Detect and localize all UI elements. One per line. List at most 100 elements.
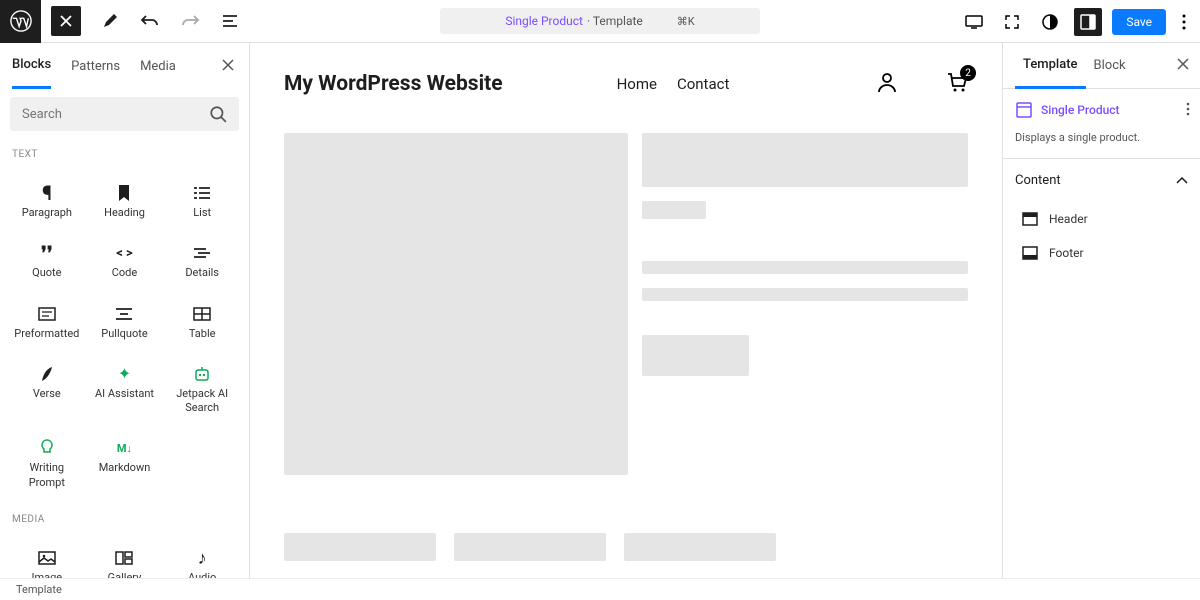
search-input[interactable] (22, 107, 209, 122)
content-item-footer[interactable]: Footer (1003, 236, 1200, 270)
block-markdown[interactable]: M↓Markdown (86, 425, 164, 500)
block-paragraph[interactable]: ¶Paragraph (8, 170, 86, 230)
wordpress-logo[interactable] (0, 0, 41, 43)
template-actions-button[interactable] (1186, 101, 1190, 120)
product-title-placeholder (642, 133, 968, 187)
cart-count-badge: 2 (960, 65, 976, 81)
save-button[interactable]: Save (1112, 9, 1166, 35)
user-icon (876, 71, 898, 93)
tab-block[interactable]: Block (1086, 44, 1134, 87)
block-table[interactable]: Table (163, 291, 241, 351)
audio-icon: ♪ (198, 545, 207, 571)
editor-canvas[interactable]: My WordPress Website Home Contact 2 (250, 43, 1002, 600)
nav-link-home[interactable]: Home (617, 75, 657, 93)
product-price-placeholder (642, 201, 706, 219)
product-desc-placeholder (642, 288, 968, 301)
pullquote-icon (115, 301, 133, 327)
block-writing-prompt[interactable]: Writing Prompt (8, 425, 86, 500)
content-section-toggle[interactable]: Content (1003, 159, 1200, 202)
search-blocks[interactable] (10, 97, 239, 131)
block-label: Details (185, 266, 219, 280)
product-desc-placeholder (642, 261, 968, 274)
close-button[interactable] (51, 6, 81, 36)
undo-button[interactable] (139, 10, 161, 32)
tab-blocks[interactable]: Blocks (12, 43, 51, 89)
close-icon (1176, 57, 1190, 71)
block-label: Jetpack AI Search (167, 387, 237, 416)
site-title[interactable]: My WordPress Website (284, 72, 503, 96)
expand-icon (1004, 14, 1020, 30)
tab-template[interactable]: Template (1015, 43, 1086, 89)
dots-vertical-icon (1182, 14, 1186, 30)
block-code[interactable]: < >Code (86, 230, 164, 290)
close-icon (59, 14, 73, 28)
block-heading[interactable]: Heading (86, 170, 164, 230)
template-name: Single Product (505, 14, 583, 28)
toolbar-tools (99, 10, 241, 32)
content-item-header[interactable]: Header (1003, 202, 1200, 236)
edit-tool-button[interactable] (99, 10, 121, 32)
chevron-up-icon (1176, 177, 1188, 185)
code-icon: < > (116, 240, 133, 266)
view-desktop-button[interactable] (960, 8, 988, 36)
desktop-icon (965, 15, 983, 29)
block-label: Quote (32, 266, 61, 280)
tab-media[interactable]: Media (140, 45, 176, 88)
verse-icon (40, 361, 54, 387)
nav-link-contact[interactable]: Contact (677, 75, 729, 93)
breadcrumb[interactable]: Template (16, 583, 62, 596)
paragraph-icon: ¶ (42, 180, 52, 206)
template-name-label: Single Product (1041, 103, 1120, 117)
close-settings-button[interactable] (1176, 56, 1190, 75)
account-button[interactable] (876, 71, 898, 97)
markdown-icon: M↓ (117, 435, 132, 461)
block-inserter-panel: Blocks Patterns Media TEXT ¶Paragraph Head… (0, 43, 250, 600)
block-label: AI Assistant (95, 387, 154, 401)
settings-tabs: Template Block (1003, 43, 1200, 89)
layout-icon (1015, 101, 1033, 119)
list-icon (193, 180, 211, 206)
header-icon (1021, 210, 1039, 228)
undo-icon (140, 12, 160, 30)
add-to-cart-placeholder (642, 335, 749, 376)
product-tabs-placeholder (284, 533, 968, 561)
styles-button[interactable] (1036, 8, 1064, 36)
block-label: Writing Prompt (12, 461, 82, 490)
document-outline-button[interactable] (219, 10, 241, 32)
block-pullquote[interactable]: Pullquote (86, 291, 164, 351)
block-list[interactable]: List (163, 170, 241, 230)
site-navigation: Home Contact (617, 75, 730, 93)
cart-button[interactable]: 2 (946, 71, 968, 97)
block-ai-assistant[interactable]: ✦AI Assistant (86, 351, 164, 426)
block-verse[interactable]: Verse (8, 351, 86, 426)
breadcrumb-bar: Template (0, 578, 1200, 600)
block-label: Heading (104, 206, 145, 220)
block-label: Verse (33, 387, 61, 401)
zoom-out-button[interactable] (998, 8, 1026, 36)
document-info-bar[interactable]: Single Product · Template ⌘K (440, 8, 760, 34)
tab-patterns[interactable]: Patterns (71, 45, 120, 88)
block-label: Pullquote (101, 327, 147, 341)
redo-button[interactable] (179, 10, 201, 32)
close-inserter-button[interactable] (221, 57, 235, 76)
block-quote[interactable]: ❜❜Quote (8, 230, 86, 290)
product-image-placeholder (284, 133, 628, 475)
site-header: My WordPress Website Home Contact 2 (284, 59, 968, 109)
more-options-button[interactable] (1176, 14, 1192, 30)
block-label: Table (189, 327, 216, 341)
section-label: TEXT (0, 139, 249, 166)
top-toolbar: Single Product · Template ⌘K Save (0, 0, 1200, 43)
template-summary: Single Product (1003, 89, 1200, 131)
inserter-tabs: Blocks Patterns Media (0, 43, 249, 89)
section-label: MEDIA (0, 504, 249, 531)
table-icon (193, 301, 211, 327)
block-label: List (193, 206, 211, 220)
wordpress-icon (10, 10, 32, 32)
command-shortcut: ⌘K (677, 15, 695, 28)
settings-panel-toggle[interactable] (1074, 8, 1102, 36)
block-preformatted[interactable]: Preformatted (8, 291, 86, 351)
redo-icon (180, 12, 200, 30)
block-jetpack-ai-search[interactable]: Jetpack AI Search (163, 351, 241, 426)
block-details[interactable]: Details (163, 230, 241, 290)
right-controls: Save (960, 0, 1192, 43)
